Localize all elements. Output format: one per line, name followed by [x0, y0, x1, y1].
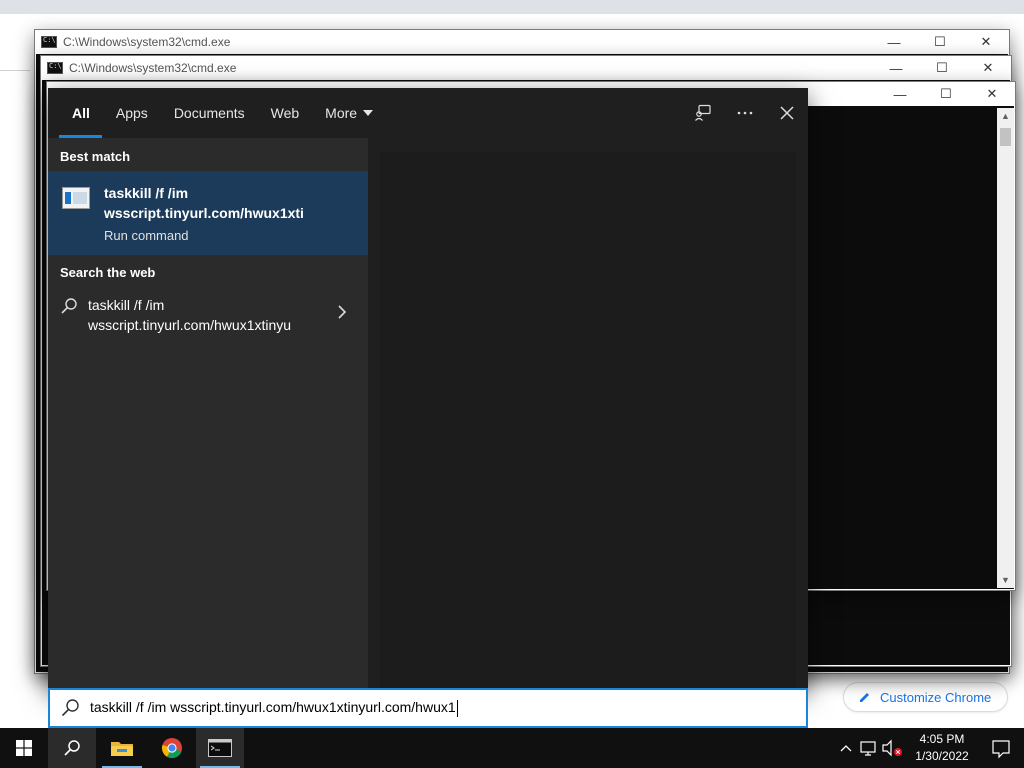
- cmd-icon: [47, 62, 63, 74]
- maximize-button[interactable]: ☐: [919, 56, 965, 80]
- minimize-button[interactable]: —: [877, 82, 923, 106]
- folder-icon: [111, 742, 133, 756]
- cmd-icon: [41, 36, 57, 48]
- search-icon: [61, 298, 77, 314]
- best-match-title-line1: taskkill /f /im: [104, 185, 189, 201]
- tab-documents[interactable]: Documents: [161, 88, 258, 138]
- minimize-button[interactable]: —: [871, 30, 917, 54]
- browser-tabstrip: [0, 0, 1024, 14]
- network-icon[interactable]: [858, 728, 880, 768]
- web-result-text: taskkill /f /im wsscript.tinyurl.com/hwu…: [88, 295, 328, 335]
- close-button[interactable]: ✕: [963, 30, 1009, 54]
- tab-all[interactable]: All: [48, 88, 103, 138]
- taskbar: 4:05 PM 1/30/2022: [0, 728, 1024, 768]
- customize-chrome-button[interactable]: Customize Chrome: [843, 682, 1008, 712]
- clock-date: 1/30/2022: [915, 749, 969, 763]
- text-cursor: [456, 699, 458, 717]
- feedback-button[interactable]: [682, 88, 724, 138]
- divider: [0, 70, 30, 71]
- best-match-heading: Best match: [60, 149, 131, 164]
- chrome-icon: [162, 738, 182, 759]
- vertical-scrollbar[interactable]: ▲ ▼: [997, 108, 1014, 588]
- cmd-titlebar[interactable]: C:\Windows\system32\cmd.exe: [41, 56, 1011, 80]
- scroll-up-arrow-icon[interactable]: ▲: [997, 108, 1014, 124]
- tab-apps[interactable]: Apps: [103, 88, 161, 138]
- best-match-title: taskkill /f /im wsscript.tinyurl.com/hwu…: [104, 183, 354, 223]
- close-search-button[interactable]: [766, 88, 808, 138]
- search-results-list: Best match taskkill /f /im wsscript.tiny…: [48, 138, 368, 688]
- taskbar-chrome[interactable]: [148, 728, 196, 768]
- chevron-up-icon[interactable]: [834, 728, 858, 768]
- volume-muted-icon[interactable]: [880, 728, 906, 768]
- run-command-icon: [62, 187, 90, 209]
- close-button[interactable]: ✕: [969, 82, 1015, 106]
- cmd-titlebar[interactable]: C:\Windows\system32\cmd.exe: [35, 30, 1009, 54]
- best-match-result[interactable]: taskkill /f /im wsscript.tinyurl.com/hwu…: [48, 171, 368, 255]
- cmd-title: C:\Windows\system32\cmd.exe: [63, 35, 231, 49]
- chevron-down-icon: [363, 110, 374, 116]
- search-input[interactable]: taskkill /f /im wsscript.tinyurl.com/hwu…: [90, 699, 458, 717]
- cmd-icon: [208, 739, 232, 757]
- scroll-down-arrow-icon[interactable]: ▼: [997, 572, 1014, 588]
- customize-chrome-label: Customize Chrome: [880, 689, 992, 705]
- maximize-button[interactable]: ☐: [923, 82, 969, 106]
- taskbar-search-button[interactable]: [48, 728, 96, 768]
- preview-pane: [368, 138, 808, 688]
- search-tabbar: All Apps Documents Web More: [48, 88, 808, 138]
- close-button[interactable]: ✕: [965, 56, 1011, 80]
- search-icon: [64, 740, 80, 756]
- clock-time: 4:05 PM: [919, 732, 965, 746]
- tab-web[interactable]: Web: [258, 88, 313, 138]
- web-search-result[interactable]: taskkill /f /im wsscript.tinyurl.com/hwu…: [48, 293, 368, 341]
- search-web-heading: Search the web: [60, 265, 156, 280]
- chevron-right-icon[interactable]: [336, 305, 348, 319]
- tab-more-label: More: [325, 105, 358, 121]
- system-tray: 4:05 PM 1/30/2022: [834, 728, 1024, 768]
- feedback-icon: [695, 104, 711, 121]
- tab-more[interactable]: More: [312, 88, 386, 138]
- windows-logo-icon: [16, 740, 32, 756]
- more-options-button[interactable]: [724, 88, 766, 138]
- search-icon: [61, 699, 79, 717]
- start-button[interactable]: [0, 728, 48, 768]
- scrollbar-thumb[interactable]: [1000, 128, 1011, 146]
- minimize-button[interactable]: —: [873, 56, 919, 80]
- best-match-subtitle: Run command: [104, 228, 189, 243]
- taskbar-file-explorer[interactable]: [98, 728, 146, 768]
- close-icon: [780, 106, 794, 120]
- search-box[interactable]: taskkill /f /im wsscript.tinyurl.com/hwu…: [48, 688, 808, 728]
- web-result-line1: taskkill /f /im: [88, 297, 165, 313]
- search-query-text: taskkill /f /im wsscript.tinyurl.com/hwu…: [90, 699, 456, 716]
- notification-icon[interactable]: [978, 728, 1024, 768]
- ellipsis-icon: [737, 111, 753, 115]
- pencil-icon: [860, 693, 869, 702]
- maximize-button[interactable]: ☐: [917, 30, 963, 54]
- windows-search-panel: All Apps Documents Web More Best match t…: [48, 88, 808, 688]
- taskbar-cmd[interactable]: [196, 728, 244, 768]
- web-result-line2: wsscript.tinyurl.com/hwux1xtinyu: [88, 317, 292, 333]
- best-match-title-line2: wsscript.tinyurl.com/hwux1xti: [104, 205, 304, 221]
- clock[interactable]: 4:05 PM 1/30/2022: [906, 731, 978, 765]
- preview-content: [380, 152, 796, 688]
- cmd-title: C:\Windows\system32\cmd.exe: [69, 61, 237, 75]
